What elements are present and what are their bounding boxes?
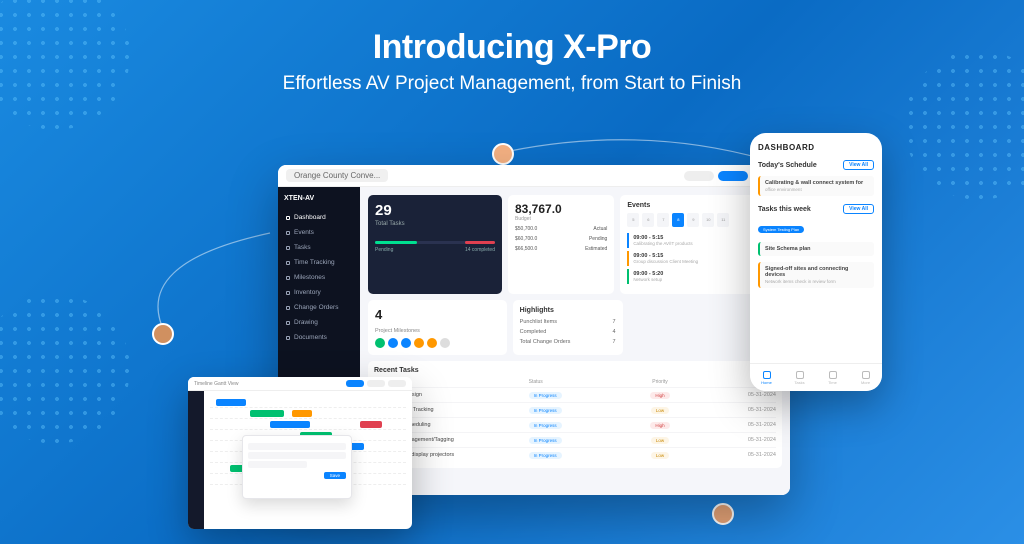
budget-card: 83,767.0 Budget $50,700.0Actual $60,700.… (508, 195, 614, 294)
sidebar-item-documents[interactable]: Documents (284, 330, 354, 345)
sidebar-item-dashboard[interactable]: Dashboard (284, 210, 354, 225)
phone-bottom-nav: Home Tasks Time More (750, 363, 882, 391)
sidebar-logo: XTEN-AV (284, 195, 354, 202)
sidebar-item-time-tracking[interactable]: Time Tracking (284, 255, 354, 270)
window-titlebar: Orange County Conve... (278, 165, 790, 187)
save-button[interactable]: Save (324, 472, 346, 479)
gantt-chart[interactable]: Save (204, 391, 412, 529)
hero-headline: Introducing X-Pro Effortless AV Project … (0, 0, 1024, 95)
phone-section-heading: Today's Schedule (758, 162, 817, 169)
nav-more[interactable]: More (849, 364, 882, 391)
table-row[interactable]: Equipment TrackingIn ProgressLow05-31-20… (374, 402, 776, 417)
total-tasks-card: 29 Total Tasks Pending14 completed (368, 195, 502, 294)
phone-section-heading: Tasks this week (758, 206, 811, 213)
table-row[interactable]: System DesignIn ProgressHigh05-31-2024 (374, 387, 776, 402)
gantt-edit-popup[interactable]: Save (242, 435, 352, 499)
sidebar-item-change-orders[interactable]: Change Orders (284, 300, 354, 315)
table-row[interactable]: Setting up display projectorsIn Progress… (374, 447, 776, 462)
gantt-titlebar: Timeline Gantt View (188, 377, 412, 391)
mobile-mockup: DASHBOARD Today's Schedule View All Cali… (750, 133, 882, 391)
highlights-card: Highlights Punchlist Items7 Completed4 T… (513, 300, 623, 355)
gantt-window: Timeline Gantt View Save (188, 377, 412, 529)
gantt-sidebar (188, 391, 204, 529)
sidebar-item-drawing[interactable]: Drawing (284, 315, 354, 330)
phone-title: DASHBOARD (758, 143, 874, 152)
avatar-icon (712, 503, 734, 525)
nav-home[interactable]: Home (750, 364, 783, 391)
schedule-card[interactable]: Calibrating & wall connect system for of… (758, 176, 874, 196)
recent-tasks-table: Recent Tasks TaskStatusPriorityDue Syste… (368, 361, 782, 468)
avatar-icon (492, 143, 514, 165)
task-card[interactable]: Signed-off sites and connecting devices … (758, 262, 874, 288)
sidebar-item-milestones[interactable]: Milestones (284, 270, 354, 285)
nav-tasks[interactable]: Tasks (783, 364, 816, 391)
sidebar-item-tasks[interactable]: Tasks (284, 240, 354, 255)
task-card[interactable]: Site Schema plan (758, 242, 874, 256)
nav-time[interactable]: Time (816, 364, 849, 391)
milestones-card: 4 Project Milestones (368, 300, 507, 355)
table-row[interactable]: Device SchedulingIn ProgressHigh05-31-20… (374, 417, 776, 432)
sidebar-item-events[interactable]: Events (284, 225, 354, 240)
sidebar-item-inventory[interactable]: Inventory (284, 285, 354, 300)
avatar-icon (152, 323, 174, 345)
task-chip[interactable]: System Testing Plan (758, 226, 804, 233)
hero-subtitle: Effortless AV Project Management, from S… (0, 73, 1024, 95)
hero-title: Introducing X-Pro (0, 28, 1024, 67)
window-title: Orange County Conve... (286, 169, 388, 182)
table-row[interactable]: Cable Management/TaggingIn ProgressLow05… (374, 432, 776, 447)
view-all-button[interactable]: View All (843, 160, 874, 170)
view-all-button[interactable]: View All (843, 204, 874, 214)
